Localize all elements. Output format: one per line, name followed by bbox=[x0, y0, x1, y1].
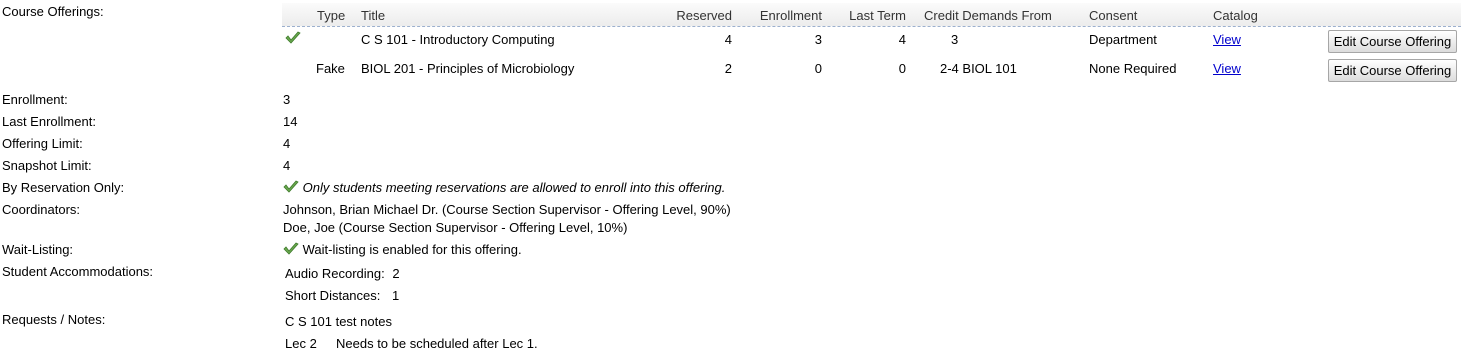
coordinator-item: Doe, Joe (Course Section Supervisor - Of… bbox=[283, 220, 628, 235]
reservation-only-text: Only students meeting reservations are a… bbox=[302, 180, 726, 195]
edit-course-offering-button[interactable]: Edit Course Offering bbox=[1328, 30, 1457, 53]
row-enrollment: 0 bbox=[814, 61, 822, 76]
row-credit-demands-from: 2-4 BIOL 101 bbox=[940, 61, 1017, 76]
accommodation-count: 2 bbox=[392, 266, 400, 281]
row-last-term: 4 bbox=[898, 32, 906, 47]
last-enrollment-label: Last Enrollment: bbox=[2, 114, 96, 129]
coordinator-item: Johnson, Brian Michael Dr. (Course Secti… bbox=[283, 202, 731, 217]
by-reservation-only-value: Only students meeting reservations are a… bbox=[283, 180, 725, 195]
row-reserved: 2 bbox=[724, 61, 732, 76]
wait-listing-value: Wait-listing is enabled for this offerin… bbox=[283, 242, 522, 257]
requests-notes-label: Requests / Notes: bbox=[2, 312, 106, 327]
header-title: Title bbox=[361, 8, 386, 23]
accommodation-item: Short Distances: 1 bbox=[285, 288, 399, 303]
note-item: Lec 2 Needs to be scheduled after Lec 1. bbox=[285, 336, 538, 351]
row-enrollment: 3 bbox=[814, 32, 822, 47]
student-accommodations-label: Student Accommodations: bbox=[2, 264, 154, 279]
accommodation-name: Short Distances: bbox=[285, 288, 381, 303]
snapshot-limit-value: 4 bbox=[283, 158, 291, 173]
header-enrollment: Enrollment bbox=[759, 8, 822, 23]
note-item: C S 101 test notes bbox=[285, 314, 392, 329]
header-credit-demands-from: Credit Demands From bbox=[924, 8, 1052, 23]
header-last-term: Last Term bbox=[849, 8, 906, 23]
header-consent: Consent bbox=[1089, 8, 1138, 23]
edit-course-offering-button[interactable]: Edit Course Offering bbox=[1328, 59, 1457, 82]
wait-listing-label: Wait-Listing: bbox=[2, 242, 74, 257]
check-icon bbox=[283, 242, 303, 257]
header-catalog: Catalog bbox=[1213, 8, 1258, 23]
offering-limit-value: 4 bbox=[283, 136, 291, 151]
row-consent: Department bbox=[1089, 32, 1157, 47]
note-text: Needs to be scheduled after Lec 1. bbox=[336, 336, 538, 351]
row-consent: None Required bbox=[1089, 61, 1177, 76]
catalog-view-link[interactable]: View bbox=[1213, 32, 1241, 47]
row-type: Fake bbox=[316, 61, 345, 76]
enrollment-label: Enrollment: bbox=[2, 92, 68, 107]
accommodation-item: Audio Recording: 2 bbox=[285, 266, 400, 281]
note-text: C S 101 test notes bbox=[285, 314, 392, 329]
check-icon bbox=[283, 180, 303, 195]
row-last-term: 0 bbox=[898, 61, 906, 76]
accommodation-count: 1 bbox=[392, 288, 400, 303]
enrollment-value: 3 bbox=[283, 92, 291, 107]
row-reserved: 4 bbox=[724, 32, 732, 47]
header-type: Type bbox=[317, 8, 346, 23]
row-title: C S 101 - Introductory Computing bbox=[361, 32, 555, 47]
row-credit-demands-from: 3 bbox=[951, 32, 959, 47]
snapshot-limit-label: Snapshot Limit: bbox=[2, 158, 92, 173]
note-subpart: Lec 2 bbox=[285, 336, 317, 351]
catalog-view-link[interactable]: View bbox=[1213, 61, 1241, 76]
header-reserved: Reserved bbox=[676, 8, 732, 23]
check-icon bbox=[285, 31, 301, 46]
accommodation-name: Audio Recording: bbox=[285, 266, 385, 281]
by-reservation-only-label: By Reservation Only: bbox=[2, 180, 125, 195]
last-enrollment-value: 14 bbox=[283, 114, 298, 129]
row-title: BIOL 201 - Principles of Microbiology bbox=[361, 61, 575, 76]
course-offerings-label: Course Offerings: bbox=[2, 4, 104, 19]
wait-listing-text: Wait-listing is enabled for this offerin… bbox=[302, 242, 522, 257]
offering-limit-label: Offering Limit: bbox=[2, 136, 83, 151]
coordinators-label: Coordinators: bbox=[2, 202, 81, 217]
